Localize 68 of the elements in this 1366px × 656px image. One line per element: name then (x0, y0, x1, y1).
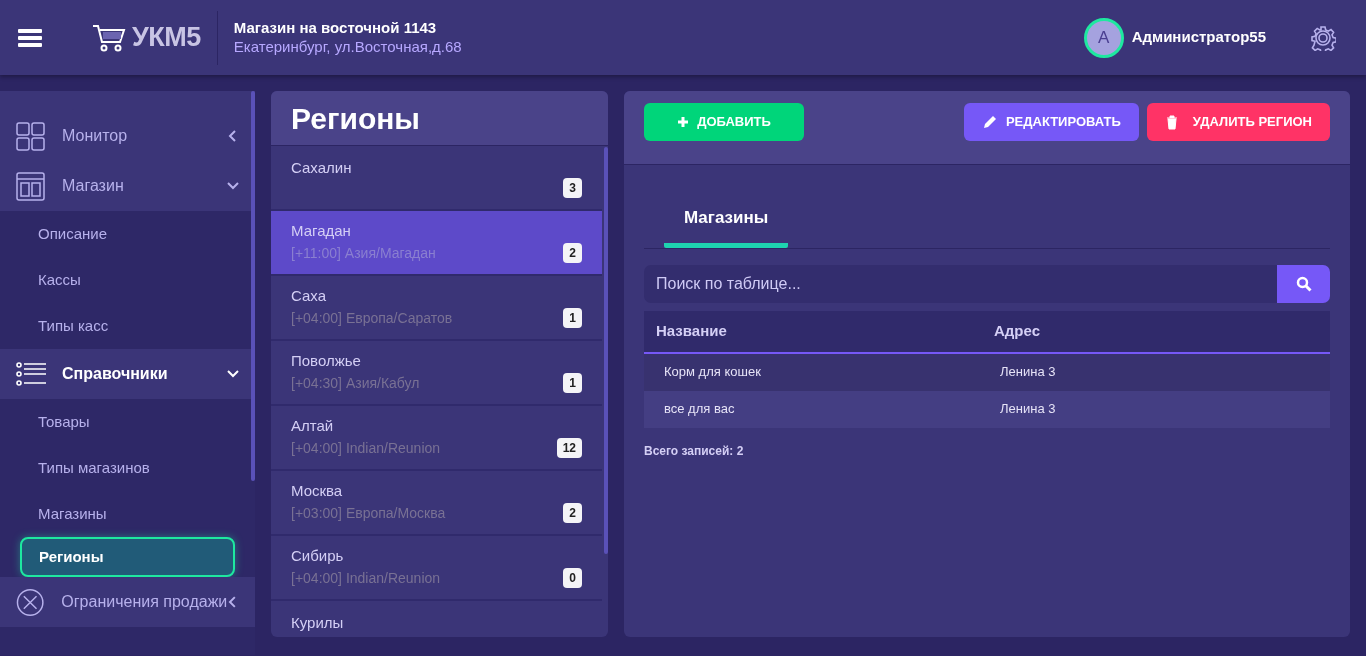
sidebar-group[interactable]: Ограничения продажи (0, 577, 255, 627)
sidebar-item[interactable]: Типы магазинов (0, 445, 255, 491)
list-icon (16, 359, 46, 389)
region-item[interactable]: Москва [+03:00] Европа/Москва 2 (271, 471, 602, 536)
region-name: Алтай (291, 417, 335, 436)
region-item[interactable]: Саха [+04:00] Европа/Саратов 1 (271, 276, 602, 341)
column-header: Адрес (994, 320, 1040, 341)
table-cell-text: Ленина 3 (999, 363, 1056, 382)
region-item[interactable]: Алтай [+04:00] Indian/Reunion 12 (271, 406, 602, 471)
chevron-down-icon (227, 180, 239, 192)
sidebar-item[interactable]: Кассы (0, 257, 255, 303)
count-badge: 12 (556, 438, 582, 458)
edit-button[interactable]: РЕДАКТИРОВАТЬ (963, 103, 1139, 141)
count-badge: 2 (563, 503, 582, 523)
logo-text: УКМ5 (132, 21, 201, 55)
region-timezone: [+04:00] Indian/Reunion (291, 569, 441, 588)
sidebar-item[interactable]: Магазины (0, 491, 255, 537)
sidebar-item[interactable]: Описание (0, 211, 255, 257)
menu-icon[interactable] (18, 27, 42, 48)
region-name: Магадан (291, 222, 352, 241)
region-name: Курилы (291, 614, 344, 633)
count-badge: 0 (563, 568, 582, 588)
region-item[interactable]: Курилы (271, 601, 602, 637)
chevron-down-icon (227, 368, 239, 380)
table-cell-text: Ленина 3 (999, 400, 1056, 419)
user-name[interactable]: Администратор55 (1131, 26, 1266, 49)
tab[interactable]: Магазины (664, 205, 789, 248)
scrollbar[interactable] (604, 147, 608, 554)
region-timezone: [+04:00] Европа/Саратов (291, 309, 453, 328)
scrollbar[interactable] (251, 91, 255, 481)
table-cell-text: все для вас (663, 400, 736, 419)
region-item[interactable]: Поволжье [+04:30] Азия/Кабул 1 (271, 341, 602, 406)
record-count: Всего записей: 2 (644, 442, 745, 460)
plus-icon (677, 116, 690, 128)
count-badge: 1 (563, 373, 582, 393)
region-name: Москва (291, 482, 344, 501)
region-item[interactable]: Сибирь [+04:00] Indian/Reunion 0 (271, 536, 602, 601)
region-timezone: [+04:30] Азия/Кабул (291, 374, 420, 393)
region-name: Поволжье (291, 352, 362, 371)
sidebar-item[interactable]: Товары (0, 399, 255, 445)
search-field[interactable]: Поиск по таблице... (644, 264, 1277, 303)
grid-icon (16, 121, 46, 151)
user-avatar[interactable]: A (1083, 17, 1124, 58)
region-name: Сахалин (291, 159, 352, 178)
panel-title: Регионы (271, 91, 608, 146)
count-badge: 3 (563, 178, 582, 198)
cart-icon (92, 22, 128, 53)
store-name: Магазин на восточной 1143 (233, 18, 438, 38)
region-name: Сибирь (291, 547, 345, 566)
search-button[interactable] (1277, 264, 1330, 303)
pencil-icon (981, 114, 998, 130)
search-icon (1295, 275, 1312, 292)
count-badge: 1 (563, 308, 582, 328)
delete-button[interactable]: УДАЛИТЬ РЕГИОН (1146, 103, 1330, 141)
region-name: Саха (291, 287, 328, 306)
sidebar-item[interactable]: Регионы (20, 537, 235, 577)
column-header: Название (655, 320, 728, 341)
sidebar-item[interactable]: Типы касс (0, 303, 255, 349)
count-badge: 2 (563, 243, 582, 263)
settings-icon[interactable] (1310, 24, 1336, 51)
window-icon (16, 171, 46, 201)
region-timezone: [+04:00] Indian/Reunion (291, 439, 441, 458)
store-address: Екатеринбург, ул.Восточная,д.68 (233, 37, 462, 57)
region-timezone: [+03:00] Европа/Москва (291, 504, 446, 523)
chevron-left-icon (227, 130, 239, 142)
trash-icon (1164, 114, 1179, 130)
table-cell-text: Корм для кошек (663, 363, 762, 382)
cross-circle-icon (16, 587, 46, 617)
